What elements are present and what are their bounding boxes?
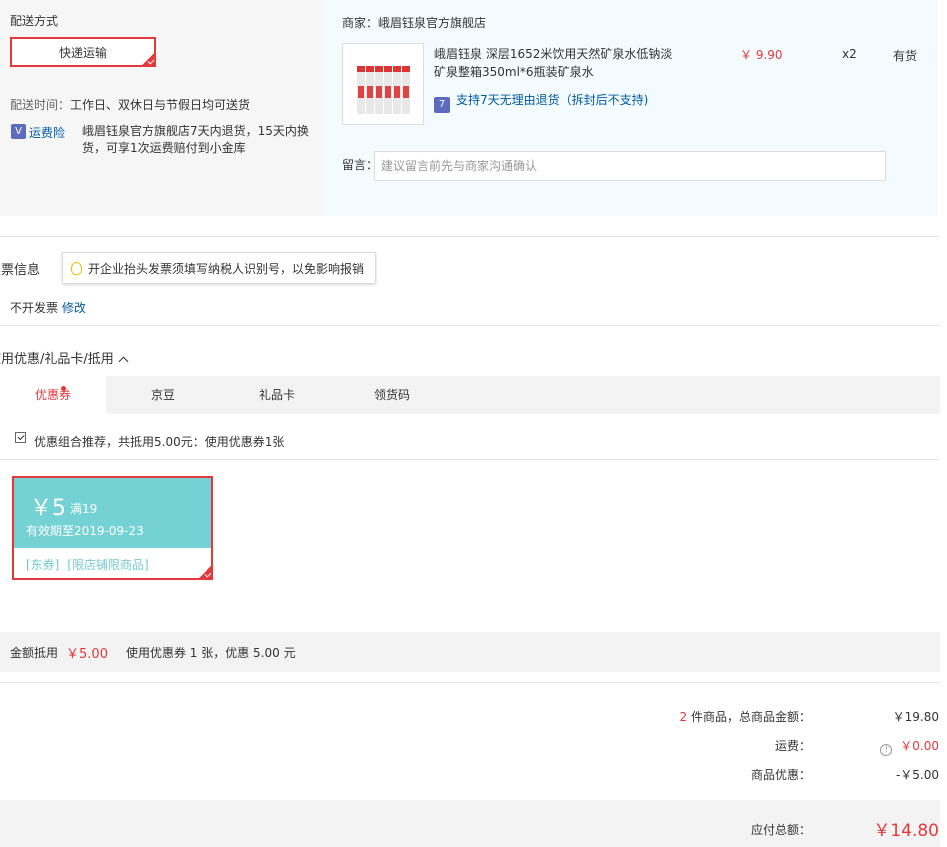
invoice-status: 不开发票 bbox=[10, 301, 59, 315]
product-title[interactable]: 峨眉钰泉 深层1652米饮用天然矿泉水低钠淡 矿泉整箱350ml*6瓶装矿泉水 bbox=[434, 45, 684, 81]
selected-check-icon bbox=[197, 564, 211, 578]
coupon-tag-jd: [东券] bbox=[26, 557, 60, 572]
tab-gift-card-label: 礼品卡 bbox=[258, 388, 295, 402]
note-input[interactable] bbox=[374, 151, 886, 181]
product-image[interactable] bbox=[342, 43, 424, 125]
discount-summary-amount: ￥5.00 bbox=[66, 646, 108, 662]
insurance-description: 峨眉钰泉官方旗舰店7天内退货，15天内换 货，可享1次运费赔付到小金库 bbox=[82, 123, 309, 157]
invoice-title: 发票信息 bbox=[0, 263, 41, 278]
insurance-link[interactable]: 运费险 bbox=[29, 124, 65, 141]
invoice-status-row: 不开发票 修改 bbox=[10, 299, 86, 316]
delivery-time: 配送时间：工作日、双休日与节假日均可送货 bbox=[10, 96, 250, 113]
discount-total-amount: -￥5.00 bbox=[895, 768, 939, 782]
product-stock: 有货 bbox=[893, 49, 918, 63]
merchant-label: 商家： bbox=[342, 16, 379, 30]
shipping-method-express[interactable]: 快递运输 bbox=[10, 37, 156, 67]
product-title-line2: 矿泉整箱350ml*6瓶装矿泉水 bbox=[434, 65, 594, 79]
tab-coupon[interactable]: 优惠券 bbox=[0, 376, 106, 414]
lightbulb-icon bbox=[71, 261, 82, 275]
invoice-tip: 开企业抬头发票须填写纳税人识别号，以免影响报销 bbox=[62, 252, 376, 284]
coupon-validity: 有效期至2019-09-23 bbox=[26, 524, 144, 538]
divider bbox=[0, 682, 940, 683]
goods-total-amount: ￥19.80 bbox=[892, 710, 939, 724]
insurance-shield-icon: V bbox=[11, 124, 26, 139]
chevron-up-icon bbox=[118, 356, 129, 367]
merchant-header: 商家：峨眉钰泉官方旗舰店 bbox=[342, 14, 486, 31]
tab-coupon-label: 优惠券 bbox=[34, 388, 71, 402]
insurance-desc-line1: 峨眉钰泉官方旗舰店7天内退货，15天内换 bbox=[82, 124, 309, 138]
discount-summary: 金额抵用 ￥5.00 使用优惠券 1 张，优惠 5.00 元 bbox=[0, 632, 940, 672]
merchant-name: 峨眉钰泉官方旗舰店 bbox=[378, 16, 487, 30]
freight-row: ! ￥0.00 bbox=[819, 737, 939, 756]
payable-amount: ￥14.80 bbox=[873, 821, 939, 841]
payable-label: 应付总额： bbox=[750, 823, 811, 837]
invoice-edit-link[interactable]: 修改 bbox=[62, 301, 86, 315]
discount-summary-detail: 使用优惠券 1 张，优惠 5.00 元 bbox=[125, 645, 296, 660]
tab-jingdou[interactable]: 京豆 bbox=[110, 376, 216, 414]
item-count-suffix: 件商品，总商品金额： bbox=[690, 710, 811, 724]
shipping-section-label: 配送方式 bbox=[10, 14, 59, 28]
coupon-card[interactable]: ￥5 满19 有效期至2019-09-23 [东券] [限店铺限商品] bbox=[12, 476, 213, 580]
product-quantity: x2 bbox=[842, 47, 857, 61]
freight-label: 运费： bbox=[774, 739, 811, 753]
insurance-desc-line2: 货，可享1次运费赔付到小金库 bbox=[82, 141, 246, 155]
delivery-time-value: 工作日、双休日与节假日均可送货 bbox=[70, 98, 251, 112]
product-title-line1: 峨眉钰泉 深层1652米饮用天然矿泉水低钠淡 bbox=[434, 47, 673, 61]
tab-pickup-code-label: 领货码 bbox=[373, 388, 410, 402]
product-price: ￥ 9.90 bbox=[740, 48, 783, 62]
discount-title: 使用优惠/礼品卡/抵用 bbox=[0, 352, 114, 367]
tab-gift-card[interactable]: 礼品卡 bbox=[224, 376, 330, 414]
coupon-condition: 满19 bbox=[70, 502, 98, 516]
notification-dot bbox=[61, 386, 66, 391]
discount-summary-label: 金额抵用 bbox=[10, 645, 59, 660]
tab-jingdou-label: 京豆 bbox=[150, 388, 175, 402]
combo-recommend-text: 优惠组合推荐，共抵用5.00元：使用优惠券1张 bbox=[34, 435, 285, 449]
return-policy-text: 支持7天无理由退货（拆封后不支持) bbox=[456, 93, 649, 107]
divider bbox=[0, 236, 940, 237]
combo-recommend-checkbox[interactable] bbox=[15, 432, 26, 443]
discount-tabs: 优惠券 京豆 礼品卡 领货码 bbox=[0, 376, 940, 414]
discount-total-label: 商品优惠： bbox=[750, 768, 811, 782]
shipping-method-label: 快递运输 bbox=[58, 45, 107, 60]
divider bbox=[0, 325, 940, 326]
coupon-card-header: ￥5 满19 有效期至2019-09-23 bbox=[14, 478, 211, 548]
return-policy: 7 支持7天无理由退货（拆封后不支持) bbox=[434, 91, 648, 113]
delivery-time-label: 配送时间： bbox=[10, 98, 71, 112]
coupon-amount: ￥5 bbox=[30, 496, 66, 521]
goods-total-label: 2 件商品，总商品金额： bbox=[511, 708, 811, 725]
item-count: 2 bbox=[679, 710, 688, 724]
note-label: 留言： bbox=[342, 158, 379, 172]
info-icon[interactable]: ! bbox=[880, 744, 893, 756]
freight-amount: ￥0.00 bbox=[900, 739, 939, 753]
selected-check-icon bbox=[140, 51, 156, 67]
coupon-tag-shop-limit: [限店铺限商品] bbox=[67, 557, 149, 572]
tab-pickup-code[interactable]: 领货码 bbox=[339, 376, 445, 414]
divider bbox=[0, 459, 940, 460]
discount-section-toggle[interactable]: 使用优惠/礼品卡/抵用 bbox=[0, 348, 129, 367]
coupon-card-tags: [东券] [限店铺限商品] bbox=[14, 548, 211, 578]
return-policy-icon: 7 bbox=[434, 96, 450, 113]
invoice-tip-text: 开企业抬头发票须填写纳税人识别号，以免影响报销 bbox=[88, 261, 365, 276]
